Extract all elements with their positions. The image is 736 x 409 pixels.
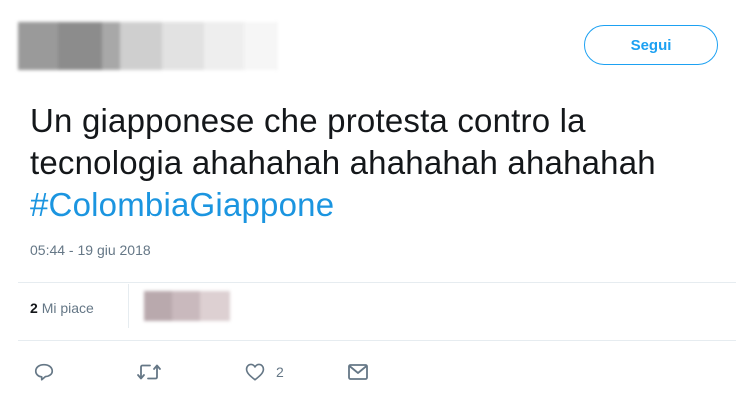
tweet-timestamp[interactable]: 05:44 - 19 giu 2018 [30, 242, 151, 258]
reply-icon [34, 363, 54, 381]
likes-label: Mi piace [41, 300, 94, 316]
tweet-actions: 2 [0, 358, 736, 388]
tweet-text-line-1: Un giapponese che protesta contro la [30, 102, 586, 139]
retweet-button[interactable] [136, 358, 162, 386]
stats-separator [128, 284, 129, 328]
like-count: 2 [276, 364, 284, 380]
like-button[interactable]: 2 [244, 358, 284, 386]
heart-icon [245, 363, 265, 381]
hashtag-link[interactable]: #ColombiaGiappone [30, 184, 720, 226]
likes-count: 2 [30, 300, 38, 316]
tweet-text-line-2: tecnologia ahahahah ahahahah ahahahah [30, 144, 656, 181]
retweet-icon [137, 364, 161, 380]
reply-button[interactable] [33, 358, 55, 386]
likes-stats[interactable]: 2 Mi piace [30, 286, 94, 330]
tweet-text: Un giapponese che protesta contro la tec… [30, 100, 720, 226]
direct-message-button[interactable] [346, 358, 370, 386]
divider-bottom [18, 340, 736, 341]
likes-stat[interactable]: 2 Mi piace [30, 300, 94, 316]
blurred-user-header [18, 22, 278, 70]
liker-avatars[interactable] [144, 291, 230, 321]
follow-button[interactable]: Segui [584, 25, 718, 65]
envelope-icon [348, 364, 368, 380]
divider-top [18, 282, 736, 283]
